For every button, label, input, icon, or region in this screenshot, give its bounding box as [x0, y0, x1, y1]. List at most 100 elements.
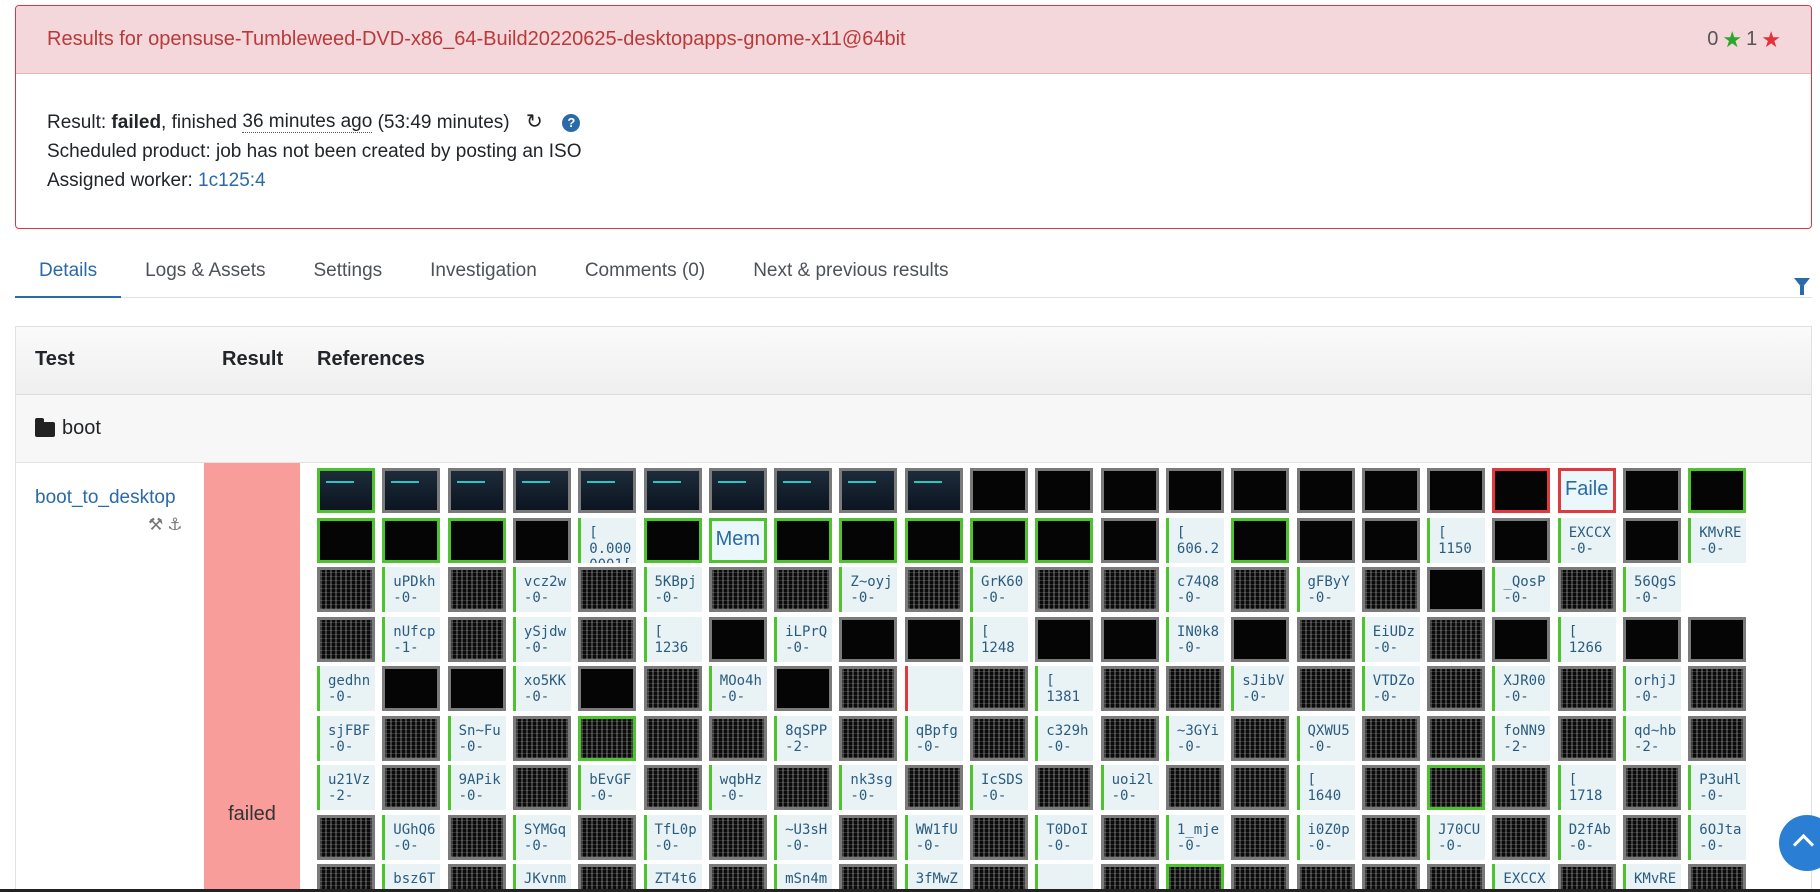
reference-screenshot-thumbnail[interactable] [643, 517, 702, 563]
reference-screenshot-thumbnail[interactable] [1165, 666, 1224, 711]
reference-screenshot-thumbnail[interactable] [1231, 468, 1290, 513]
reference-text-thumbnail[interactable]: sJibV -0- [1231, 666, 1290, 711]
reference-text-thumbnail[interactable]: 5KBpj -0- [643, 567, 702, 612]
reference-text-thumbnail[interactable]: [ 1150 [1427, 517, 1486, 563]
reference-text-thumbnail[interactable]: u21Vz -2- [317, 765, 375, 810]
reference-text-thumbnail[interactable]: T0DoI -0- [1035, 814, 1094, 860]
reference-text-thumbnail[interactable]: foNN9 -2- [1492, 715, 1551, 761]
reference-screenshot-thumbnail[interactable] [1688, 468, 1747, 513]
reference-text-thumbnail[interactable]: VTDZo -0- [1361, 666, 1420, 711]
reference-screenshot-thumbnail[interactable] [317, 517, 375, 563]
reference-screenshot-thumbnail[interactable] [1035, 468, 1094, 513]
reference-text-thumbnail[interactable]: gedhn -0- [317, 666, 375, 711]
reference-screenshot-thumbnail[interactable] [447, 864, 506, 892]
reference-text-thumbnail[interactable]: 6OJta -0- [1688, 814, 1747, 860]
reference-screenshot-thumbnail[interactable] [970, 715, 1028, 761]
tab-logs-assets[interactable]: Logs & Assets [121, 250, 289, 298]
reference-text-thumbnail[interactable]: _QosP -0- [1492, 567, 1551, 612]
reference-screenshot-thumbnail[interactable] [1427, 567, 1486, 612]
reference-text-thumbnail[interactable]: nUfcp -1- [382, 616, 441, 662]
reference-text-thumbnail[interactable]: Z~oyj -0- [839, 567, 898, 612]
reference-screenshot-thumbnail[interactable] [447, 616, 506, 662]
reference-screenshot-thumbnail[interactable] [382, 468, 441, 513]
reference-screenshot-thumbnail[interactable] [1165, 765, 1224, 810]
reference-screenshot-thumbnail[interactable] [1623, 616, 1681, 662]
reference-screenshot-thumbnail[interactable] [1557, 666, 1616, 711]
reference-screenshot-thumbnail[interactable] [1427, 864, 1486, 892]
reference-text-thumbnail[interactable]: nk3sg -0- [839, 765, 898, 810]
reference-screenshot-thumbnail[interactable] [1427, 616, 1486, 662]
reference-screenshot-thumbnail[interactable] [1231, 517, 1290, 563]
reference-screenshot-thumbnail[interactable] [317, 814, 375, 860]
reference-screenshot-thumbnail[interactable] [1557, 864, 1616, 892]
reference-screenshot-thumbnail[interactable] [1688, 616, 1747, 662]
reference-screenshot-thumbnail[interactable] [1492, 468, 1551, 513]
reference-text-thumbnail[interactable]: orhjJ -0- [1623, 666, 1681, 711]
reference-screenshot-thumbnail[interactable] [1296, 666, 1355, 711]
reference-text-thumbnail[interactable]: bsz6T [382, 864, 441, 892]
reference-screenshot-thumbnail[interactable] [839, 616, 898, 662]
reference-text-thumbnail[interactable]: Mem [708, 517, 767, 563]
reference-screenshot-thumbnail[interactable] [578, 864, 637, 892]
reference-text-thumbnail[interactable]: Faile [1557, 468, 1616, 513]
reference-text-thumbnail[interactable]: c74Q8 -0- [1165, 567, 1224, 612]
reference-screenshot-thumbnail[interactable] [1035, 765, 1094, 810]
reference-screenshot-thumbnail[interactable] [708, 616, 767, 662]
reference-screenshot-thumbnail[interactable] [1688, 666, 1747, 711]
reference-screenshot-thumbnail[interactable] [1492, 814, 1551, 860]
reference-screenshot-thumbnail[interactable] [643, 666, 702, 711]
reference-screenshot-thumbnail[interactable] [708, 814, 767, 860]
tab-comments[interactable]: Comments (0) [561, 250, 729, 298]
reference-screenshot-thumbnail[interactable] [512, 715, 571, 761]
reference-screenshot-thumbnail[interactable] [1100, 517, 1159, 563]
reference-screenshot-thumbnail[interactable] [1361, 715, 1420, 761]
test-source-icons[interactable]: ⚒⚓ [148, 515, 186, 535]
reference-screenshot-thumbnail[interactable] [578, 567, 637, 612]
reference-text-thumbnail[interactable]: bEvGF -0- [578, 765, 637, 810]
reference-screenshot-thumbnail[interactable] [1361, 765, 1420, 810]
tab-details[interactable]: Details [15, 250, 122, 298]
reference-screenshot-thumbnail[interactable] [382, 765, 441, 810]
reference-screenshot-thumbnail[interactable] [708, 468, 767, 513]
filter-icon[interactable] [1794, 278, 1810, 295]
reference-text-thumbnail[interactable]: WW1fU -0- [904, 814, 963, 860]
reference-text-thumbnail[interactable]: ySjdw -0- [512, 616, 571, 662]
reference-screenshot-thumbnail[interactable] [447, 468, 506, 513]
reference-text-thumbnail[interactable]: J70CU -0- [1427, 814, 1486, 860]
test-name-link[interactable]: boot_to_desktop [35, 487, 176, 509]
reference-screenshot-thumbnail[interactable] [1296, 517, 1355, 563]
reference-text-thumbnail[interactable]: XJR00 -0- [1492, 666, 1551, 711]
reference-text-thumbnail[interactable]: mSn4m [774, 864, 833, 892]
reference-text-thumbnail[interactable]: KMvRE -0- [1688, 517, 1747, 563]
reference-screenshot-thumbnail[interactable] [839, 666, 898, 711]
reference-screenshot-thumbnail[interactable] [578, 616, 637, 662]
tab-settings[interactable]: Settings [289, 250, 406, 298]
reference-screenshot-thumbnail[interactable] [839, 864, 898, 892]
reference-screenshot-thumbnail[interactable] [1231, 765, 1290, 810]
reference-screenshot-thumbnail[interactable] [1361, 468, 1420, 513]
reference-screenshot-thumbnail[interactable] [904, 517, 963, 563]
reference-text-thumbnail[interactable]: JKvnm [512, 864, 571, 892]
reference-text-thumbnail[interactable]: xo5KK -0- [512, 666, 571, 711]
reference-screenshot-thumbnail[interactable] [447, 814, 506, 860]
reference-screenshot-thumbnail[interactable] [578, 814, 637, 860]
reference-screenshot-thumbnail[interactable] [1296, 468, 1355, 513]
reference-screenshot-thumbnail[interactable] [708, 864, 767, 892]
restart-icon[interactable]: ↺ [526, 108, 543, 137]
reference-text-thumbnail[interactable]: IN0k8 -0- [1165, 616, 1224, 662]
reference-screenshot-thumbnail[interactable] [1296, 864, 1355, 892]
reference-screenshot-thumbnail[interactable] [774, 517, 833, 563]
reference-screenshot-thumbnail[interactable] [1557, 567, 1616, 612]
finished-ago[interactable]: 36 minutes ago [242, 112, 373, 133]
reference-text-thumbnail[interactable] [1035, 864, 1094, 892]
reference-screenshot-thumbnail[interactable] [904, 468, 963, 513]
reference-screenshot-thumbnail[interactable] [1427, 666, 1486, 711]
worker-link[interactable]: 1c125:4 [198, 166, 266, 195]
reference-screenshot-thumbnail[interactable] [1361, 814, 1420, 860]
reference-screenshot-thumbnail[interactable] [1100, 814, 1159, 860]
reference-screenshot-thumbnail[interactable] [1231, 814, 1290, 860]
reference-screenshot-thumbnail[interactable] [1623, 468, 1681, 513]
reference-screenshot-thumbnail[interactable] [1492, 765, 1551, 810]
reference-text-thumbnail[interactable]: ~3GYi -0- [1165, 715, 1224, 761]
reference-screenshot-thumbnail[interactable] [1492, 616, 1551, 662]
